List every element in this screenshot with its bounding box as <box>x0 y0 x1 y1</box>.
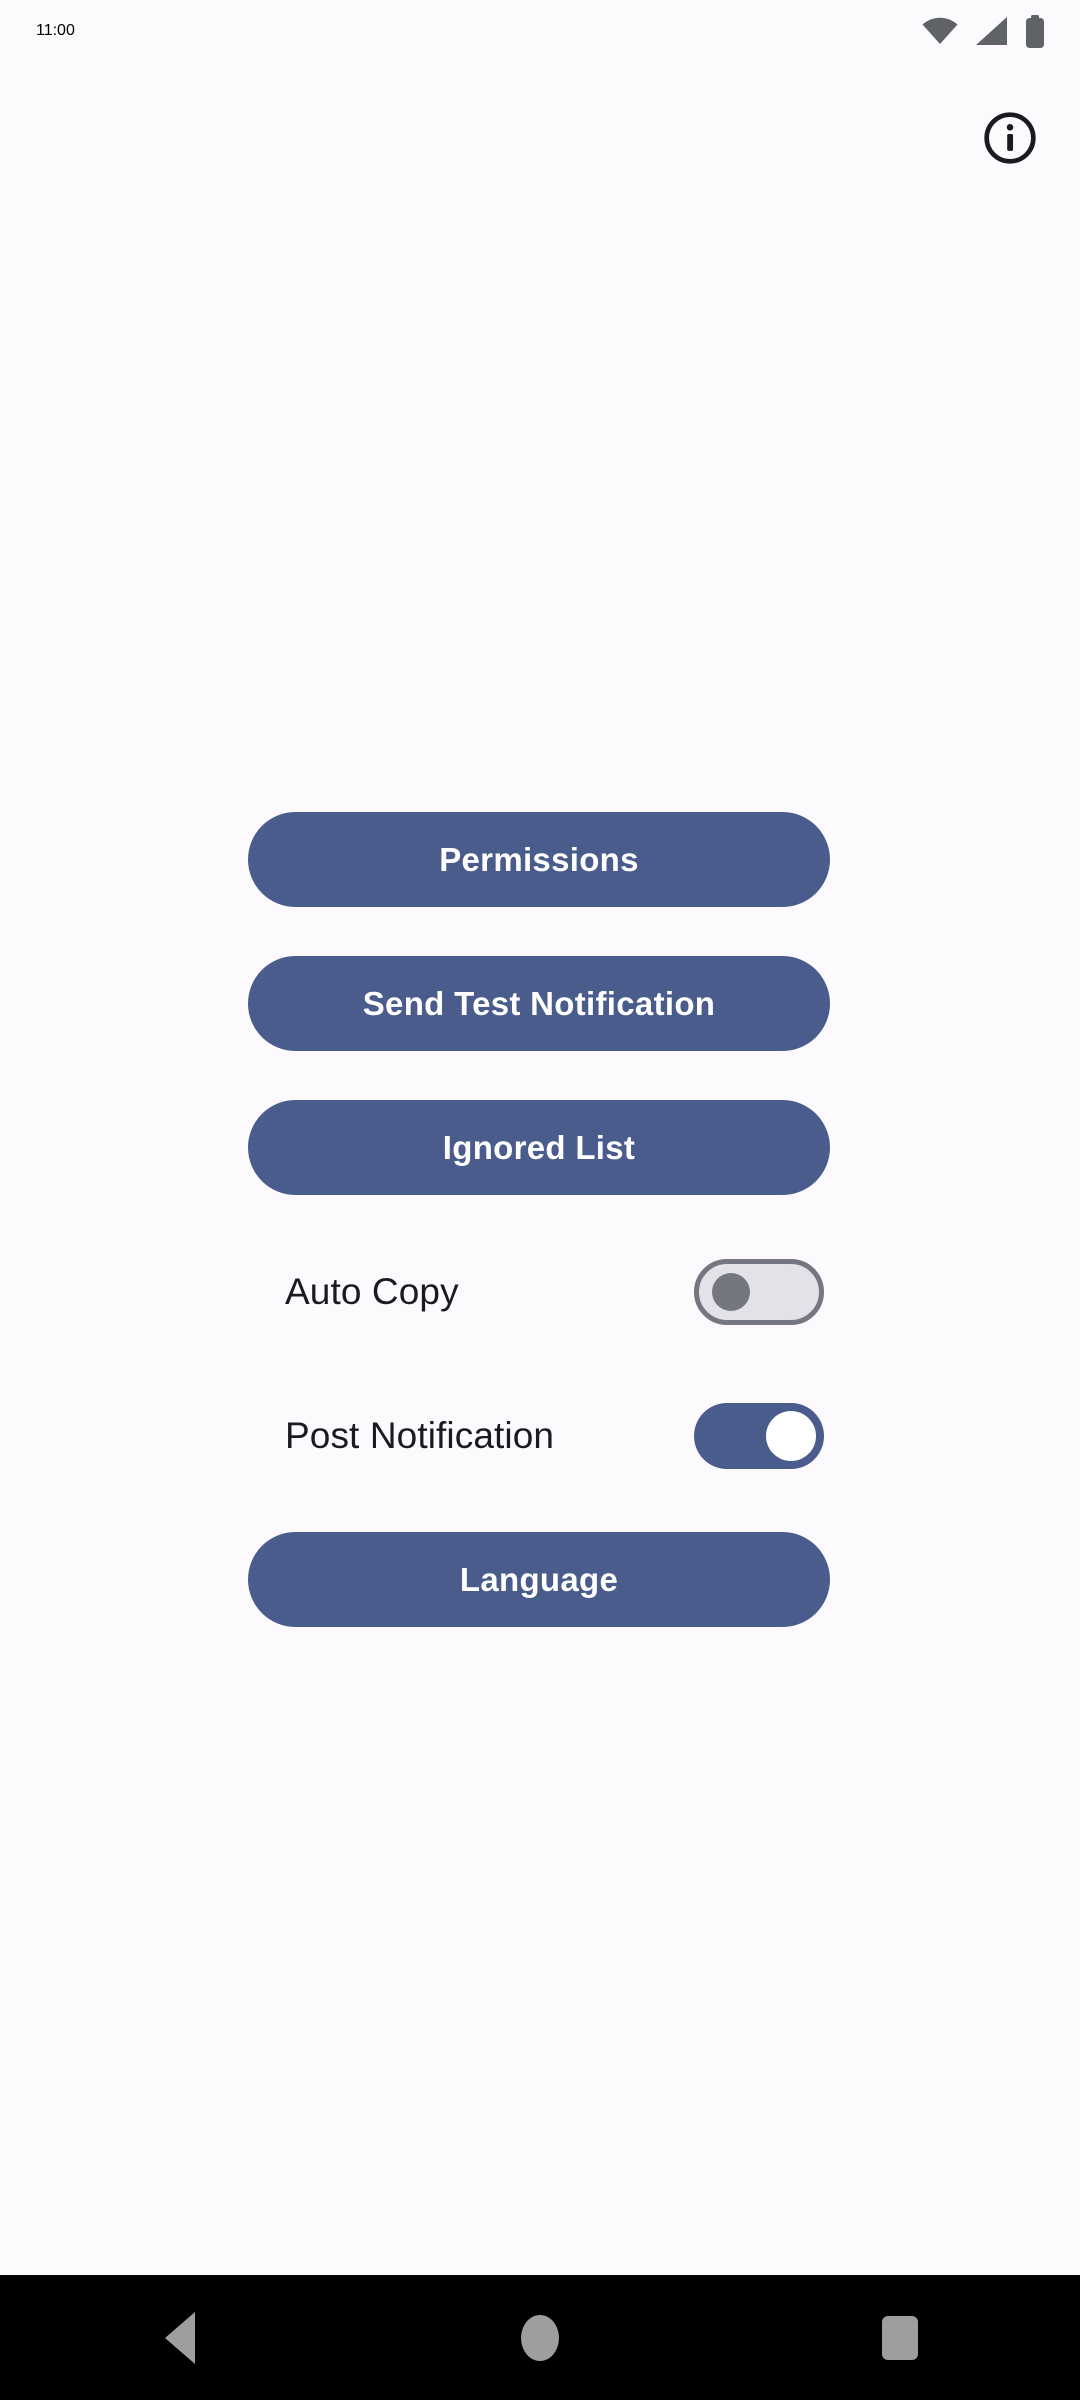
auto-copy-toggle[interactable] <box>694 1258 824 1325</box>
toggle-knob <box>712 1272 750 1311</box>
back-button[interactable] <box>110 2275 250 2400</box>
status-bar-clock: 11:00 <box>36 22 75 39</box>
auto-copy-row: Auto Copy <box>248 1244 830 1339</box>
info-icon <box>982 110 1038 166</box>
back-icon <box>165 2311 195 2364</box>
home-icon <box>521 2314 559 2361</box>
status-bar-icons <box>922 14 1046 48</box>
recents-icon <box>882 2315 918 2360</box>
toggle-knob <box>766 1410 816 1461</box>
ignored-list-button[interactable]: Ignored List <box>248 1100 830 1195</box>
wifi-icon <box>922 17 958 45</box>
status-bar: 11:00 <box>0 0 1080 62</box>
language-button[interactable]: Language <box>248 1532 830 1627</box>
android-navigation-bar <box>0 2275 1080 2400</box>
settings-control-stack: Permissions Send Test Notification Ignor… <box>248 812 830 1627</box>
auto-copy-label: Auto Copy <box>285 1270 459 1312</box>
recents-button[interactable] <box>830 2275 970 2400</box>
permissions-button[interactable]: Permissions <box>248 812 830 907</box>
post-notification-row: Post Notification <box>248 1388 830 1483</box>
send-test-notification-button[interactable]: Send Test Notification <box>248 956 830 1051</box>
post-notification-label: Post Notification <box>285 1414 555 1456</box>
post-notification-toggle[interactable] <box>694 1402 824 1469</box>
battery-icon <box>1024 14 1046 48</box>
cellular-signal-icon <box>974 16 1008 46</box>
info-icon-button[interactable] <box>968 96 1052 180</box>
home-button[interactable] <box>470 2275 610 2400</box>
